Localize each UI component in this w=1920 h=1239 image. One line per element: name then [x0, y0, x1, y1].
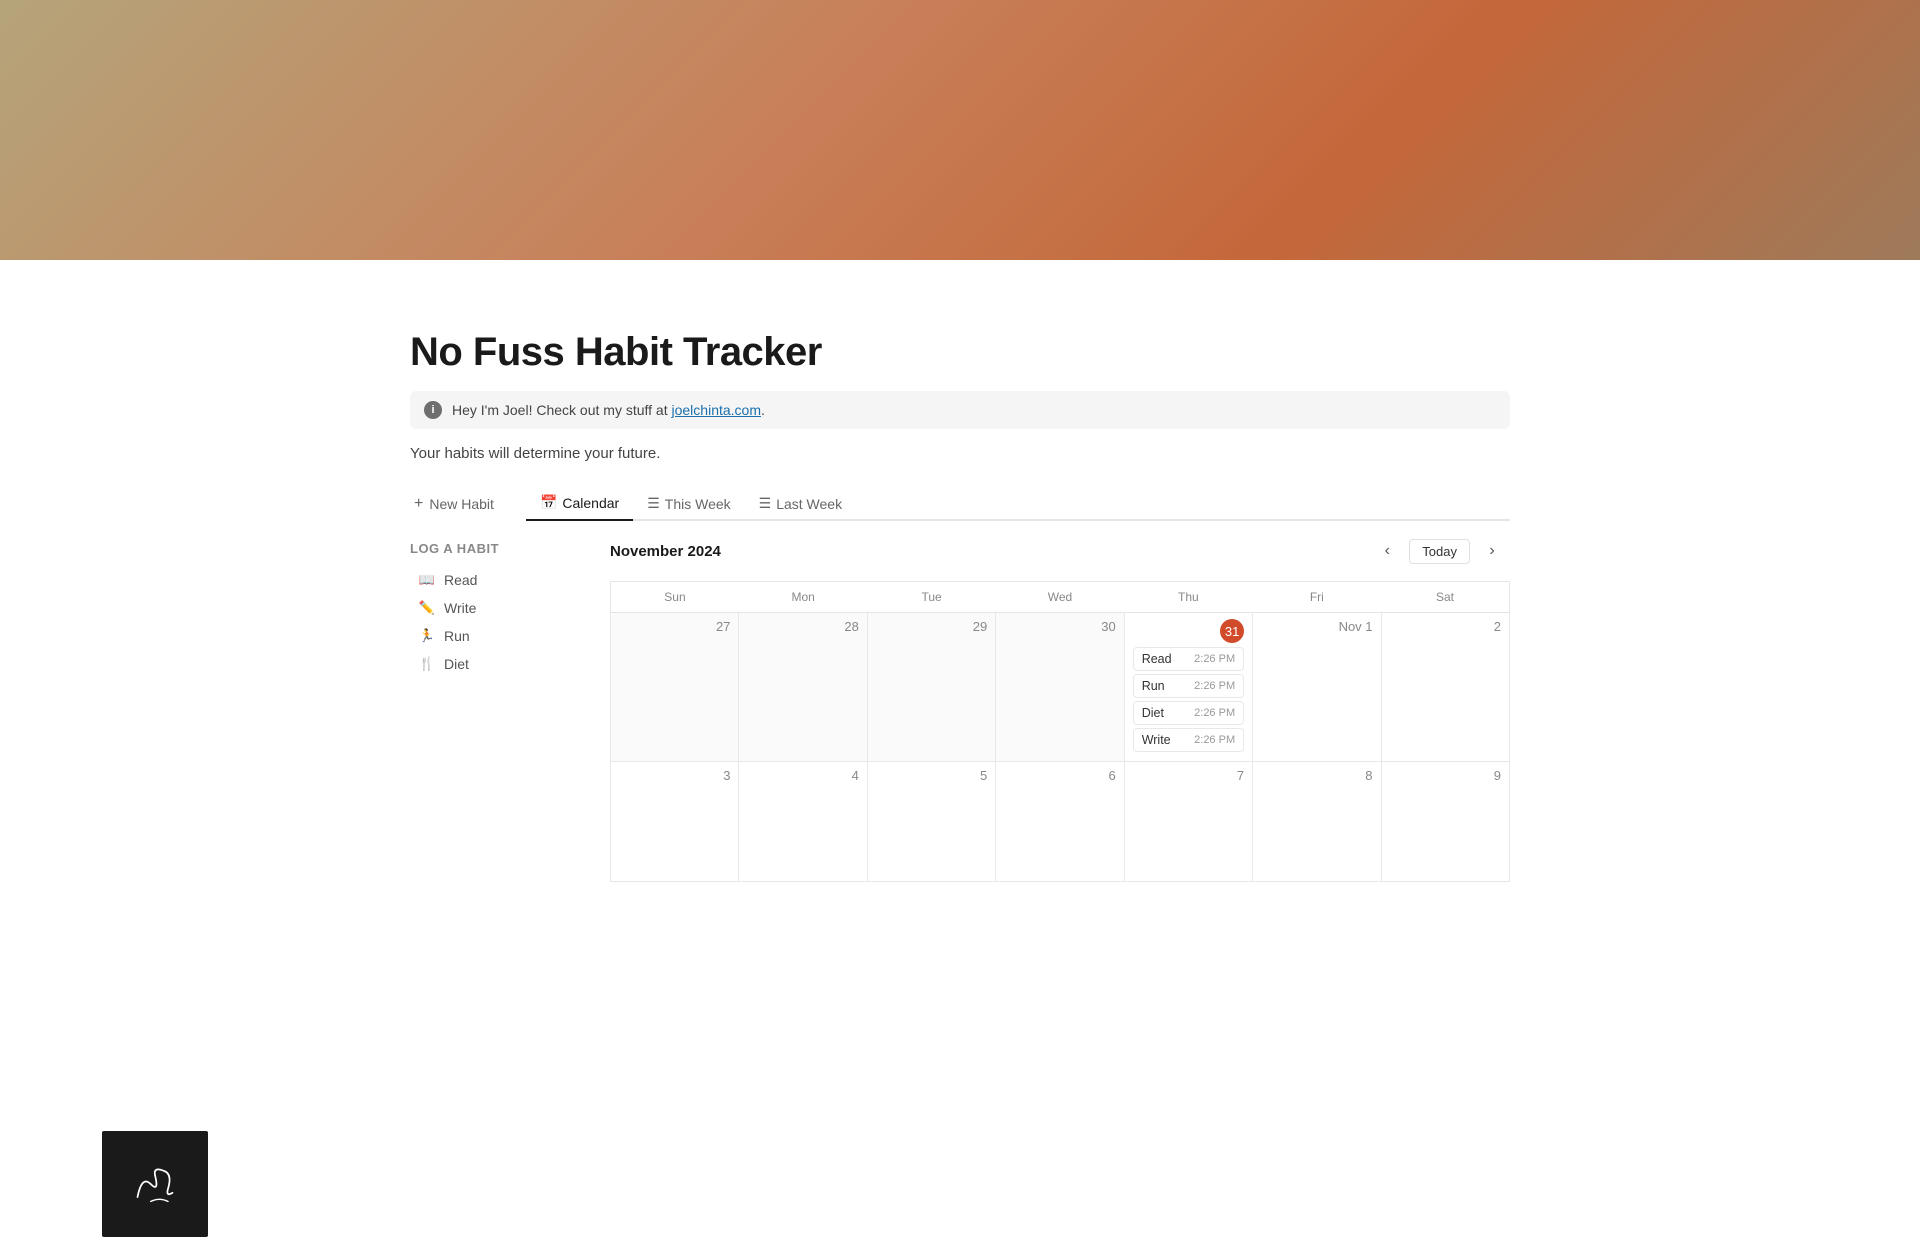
date-number: 30 — [1004, 619, 1115, 634]
date-number: 9 — [1390, 768, 1501, 783]
calendar-event[interactable]: Diet 2:26 PM — [1133, 701, 1244, 725]
day-header-mon: Mon — [739, 582, 867, 613]
event-name: Diet — [1142, 706, 1164, 720]
write-icon: ✏️ — [418, 600, 436, 616]
tab-this-week[interactable]: ☰ This Week — [633, 487, 744, 520]
day-header-wed: Wed — [996, 582, 1124, 613]
calendar-cell[interactable]: 2 — [1381, 613, 1509, 762]
event-time: 2:26 PM — [1194, 707, 1235, 719]
date-number: 6 — [1004, 768, 1115, 783]
event-name: Read — [1142, 652, 1172, 666]
today-button[interactable]: Today — [1409, 539, 1470, 564]
calendar-grid: Sun Mon Tue Wed Thu Fri Sat 2728293031Re… — [610, 581, 1510, 882]
calendar-cell[interactable]: 31 Read 2:26 PM Run 2:26 PM Diet 2:26 PM Write 2… — [1124, 613, 1252, 762]
info-link[interactable]: joelchinta.com — [672, 402, 762, 418]
calendar-month: November 2024 — [610, 543, 721, 560]
hero-banner — [0, 0, 1920, 260]
date-number: 8 — [1261, 768, 1372, 783]
event-time: 2:26 PM — [1194, 653, 1235, 665]
tab-calendar[interactable]: 📅 Calendar — [526, 486, 633, 521]
plus-icon: + — [414, 495, 423, 513]
event-name: Run — [1142, 679, 1165, 693]
date-number: 5 — [876, 768, 987, 783]
calendar-event[interactable]: Read 2:26 PM — [1133, 647, 1244, 671]
date-number: 3 — [619, 768, 730, 783]
prev-month-button[interactable]: ‹ — [1373, 537, 1401, 565]
event-time: 2:26 PM — [1194, 734, 1235, 746]
date-number: 4 — [747, 768, 858, 783]
day-header-fri: Fri — [1253, 582, 1381, 613]
tab-last-week[interactable]: ☰ Last Week — [745, 487, 856, 520]
calendar-cell[interactable]: 27 — [611, 613, 739, 762]
calendar-cell[interactable]: 4 — [739, 762, 867, 882]
calendar-cell[interactable]: 30 — [996, 613, 1124, 762]
info-icon: i — [424, 401, 442, 419]
habit-write[interactable]: ✏️ Write — [410, 594, 594, 622]
calendar-cell[interactable]: 6 — [996, 762, 1124, 882]
list-icon-2: ☰ — [759, 495, 772, 512]
event-time: 2:26 PM — [1194, 680, 1235, 692]
habit-run[interactable]: 🏃 Run — [410, 622, 594, 650]
calendar-nav: ‹ Today › — [1373, 537, 1506, 565]
date-number: 29 — [876, 619, 987, 634]
calendar-icon: 📅 — [540, 494, 557, 511]
date-number: 28 — [747, 619, 858, 634]
calendar-cell[interactable]: 5 — [867, 762, 995, 882]
calendar-cell[interactable]: 29 — [867, 613, 995, 762]
calendar-cell[interactable]: 28 — [739, 613, 867, 762]
day-header-thu: Thu — [1124, 582, 1252, 613]
date-number: 27 — [619, 619, 730, 634]
calendar-header: November 2024 ‹ Today › — [610, 537, 1510, 565]
calendar-event[interactable]: Run 2:26 PM — [1133, 674, 1244, 698]
sidebar-section-title: Log a Habit — [410, 541, 594, 556]
views-tabs: 📅 Calendar ☰ This Week ☰ Last Week — [526, 486, 1510, 521]
today-badge: 31 — [1220, 619, 1244, 643]
tagline: Your habits will determine your future. — [410, 445, 1510, 462]
main-layout: Log a Habit 📖 Read ✏️ Write 🏃 Run 🍴 Diet… — [410, 537, 1510, 882]
habit-diet[interactable]: 🍴 Diet — [410, 650, 594, 678]
day-header-tue: Tue — [867, 582, 995, 613]
calendar-event[interactable]: Write 2:26 PM — [1133, 728, 1244, 752]
run-icon: 🏃 — [418, 628, 436, 644]
new-habit-label: New Habit — [429, 496, 494, 512]
list-icon-1: ☰ — [647, 495, 660, 512]
page-title: No Fuss Habit Tracker — [410, 330, 1510, 375]
signature-icon — [120, 1149, 190, 1219]
sidebar: Log a Habit 📖 Read ✏️ Write 🏃 Run 🍴 Diet — [410, 537, 610, 882]
calendar-cell[interactable]: 3 — [611, 762, 739, 882]
habit-read[interactable]: 📖 Read — [410, 566, 594, 594]
calendar-cell[interactable]: 8 — [1253, 762, 1381, 882]
next-month-button[interactable]: › — [1478, 537, 1506, 565]
page-icon — [100, 1129, 210, 1239]
info-banner: i Hey I'm Joel! Check out my stuff at jo… — [410, 391, 1510, 429]
calendar-section: November 2024 ‹ Today › Sun Mon Tue Wed … — [610, 537, 1510, 882]
read-icon: 📖 — [418, 572, 436, 588]
date-number: Nov 1 — [1261, 619, 1372, 634]
date-number: 7 — [1133, 768, 1244, 783]
toolbar: + New Habit 📅 Calendar ☰ This Week ☰ Las… — [410, 486, 1510, 521]
day-header-sun: Sun — [611, 582, 739, 613]
calendar-cell[interactable]: Nov 1 — [1253, 613, 1381, 762]
diet-icon: 🍴 — [418, 656, 436, 672]
info-text: Hey I'm Joel! Check out my stuff at joel… — [452, 402, 765, 418]
event-name: Write — [1142, 733, 1171, 747]
date-number: 2 — [1390, 619, 1501, 634]
new-habit-button[interactable]: + New Habit — [410, 489, 506, 519]
calendar-cell[interactable]: 7 — [1124, 762, 1252, 882]
day-header-sat: Sat — [1381, 582, 1509, 613]
calendar-cell[interactable]: 9 — [1381, 762, 1509, 882]
